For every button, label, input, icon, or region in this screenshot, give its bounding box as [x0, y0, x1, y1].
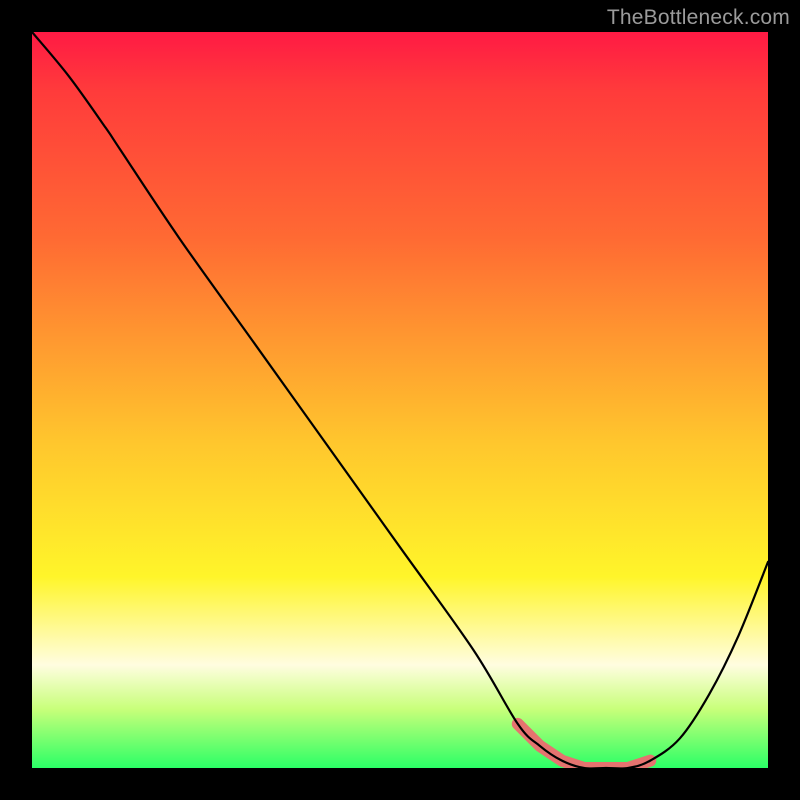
watermark-text: TheBottleneck.com — [607, 6, 790, 30]
chart-overlay — [32, 32, 768, 768]
chart-frame: TheBottleneck.com — [0, 0, 800, 800]
plot-area — [32, 32, 768, 768]
bottleneck-curve — [32, 32, 768, 768]
highlight-flat-region — [518, 724, 650, 768]
